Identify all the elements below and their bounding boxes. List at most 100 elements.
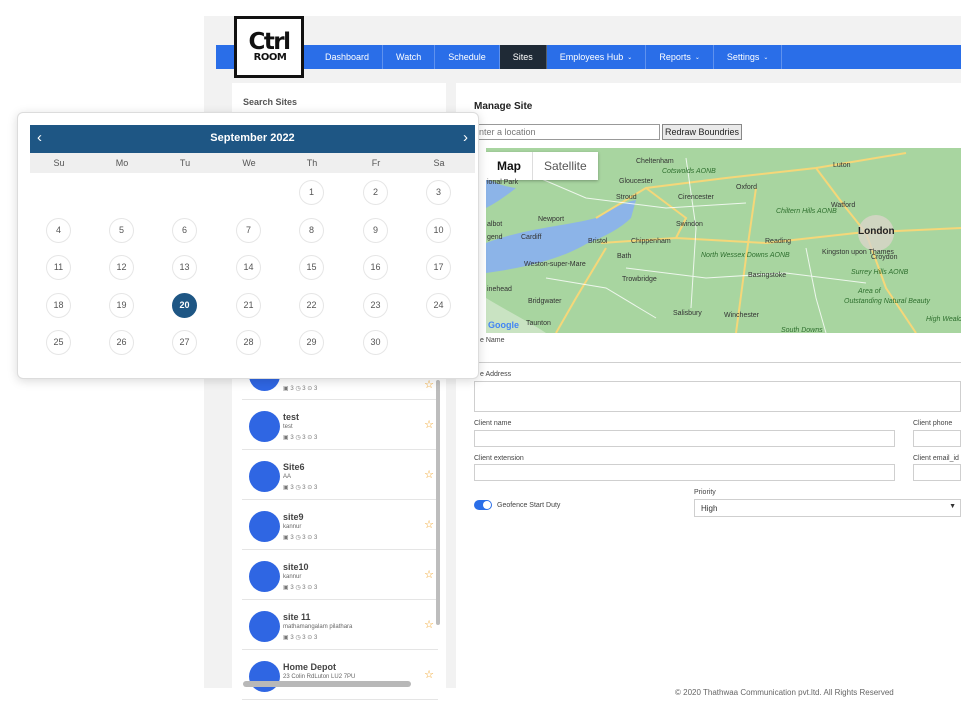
calendar-day[interactable]: 11 xyxy=(46,255,71,280)
redraw-boundries-button[interactable]: Redraw Boundries xyxy=(662,124,742,140)
site-row[interactable]: site9 kannur ▣ 3 ◷ 3 ⊙ 3 ☆ xyxy=(242,500,438,550)
nav-item-schedule[interactable]: Schedule xyxy=(435,45,500,69)
site-address: AA xyxy=(283,474,292,480)
calendar-day[interactable]: 9 xyxy=(363,217,388,243)
priority-label: Priority xyxy=(694,489,716,496)
nav-item-employees-hub[interactable]: Employees Hub ⌄ xyxy=(547,45,647,69)
calendar-day[interactable]: 25 xyxy=(46,330,71,355)
map-place-label: Cheltenham xyxy=(636,158,674,165)
nav-item-watch[interactable]: Watch xyxy=(383,45,436,69)
calendar-day[interactable]: 28 xyxy=(236,330,261,355)
site-meta: ▣ 3 ◷ 3 ⊙ 3 xyxy=(283,535,318,541)
site-name-field[interactable] xyxy=(474,347,961,363)
map-place-label: Stroud xyxy=(616,194,637,201)
client-phone-label: Client phone xyxy=(913,420,953,427)
site-name-label: e Name xyxy=(480,337,505,344)
client-name-field[interactable] xyxy=(474,430,895,447)
calendar-day[interactable]: 19 xyxy=(109,292,134,318)
map-place-label: Gloucester xyxy=(619,178,653,185)
nav-item-label: Reports xyxy=(659,52,691,62)
calendar-day[interactable]: 14 xyxy=(236,255,261,280)
sites-vertical-scrollbar[interactable] xyxy=(436,380,440,625)
map-place-label: Weston-super-Mare xyxy=(524,261,586,268)
nav-item-reports[interactable]: Reports ⌄ xyxy=(646,45,714,69)
calendar-day[interactable]: 7 xyxy=(236,217,261,243)
calendar-day[interactable]: 8 xyxy=(299,217,324,243)
nav-item-settings[interactable]: Settings ⌄ xyxy=(714,45,783,69)
map-place-label: Salisbury xyxy=(673,310,702,317)
site-address-label: e Address xyxy=(480,371,512,378)
site-list: ▣ 3 ◷ 3 ⊙ 3 ☆ test test ▣ 3 ◷ 3 ⊙ 3 ☆ Site6 A… xyxy=(242,360,438,700)
calendar-day[interactable]: 13 xyxy=(172,255,197,280)
calendar-day[interactable]: 29 xyxy=(299,330,324,355)
sites-horizontal-scrollbar[interactable] xyxy=(243,681,411,687)
site-meta: ▣ 3 ◷ 3 ⊙ 3 xyxy=(283,386,318,392)
map-place-label: North Wessex Downs AONB xyxy=(701,252,790,259)
nav-item-label: Schedule xyxy=(448,52,486,62)
nav-item-label: Employees Hub xyxy=(559,52,624,62)
map-place-label: Swindon xyxy=(676,221,703,228)
calendar-day[interactable]: 1 xyxy=(299,180,324,205)
calendar-day[interactable]: 2 xyxy=(363,180,388,205)
map-view[interactable]: Map Satellite Cheltenham Luton Gloucester C… xyxy=(486,148,961,333)
calendar-day[interactable]: 21 xyxy=(236,292,261,318)
site-meta: ▣ 3 ◷ 3 ⊙ 3 xyxy=(283,585,318,591)
map-place-label: Cotswolds AONB xyxy=(662,168,716,175)
star-icon[interactable]: ☆ xyxy=(424,518,434,531)
calendar-day[interactable]: 17 xyxy=(426,255,451,280)
calendar-day[interactable]: 6 xyxy=(172,217,197,243)
map-place-label: Bristol xyxy=(588,238,608,245)
calendar-day[interactable]: 23 xyxy=(363,292,388,318)
map-place-label: Watford xyxy=(831,202,856,209)
weekday-label: Fr xyxy=(371,158,381,168)
ctrlroom-logo[interactable]: Ctrl ROOM xyxy=(234,16,304,78)
site-row[interactable]: test test ▣ 3 ◷ 3 ⊙ 3 ☆ xyxy=(242,400,438,450)
site-meta: ▣ 3 ◷ 3 ⊙ 3 xyxy=(283,435,318,441)
site-row[interactable]: site 11 mathamangalam pilathara ▣ 3 ◷ 3 ⊙ … xyxy=(242,600,438,650)
map-place-label: Outstanding Natural Beauty xyxy=(844,298,930,305)
location-search-input[interactable]: nter a location xyxy=(474,124,660,140)
site-name: site 11 xyxy=(283,612,311,622)
calendar-day[interactable]: 15 xyxy=(299,255,324,280)
map-place-label: London xyxy=(858,226,895,237)
geofence-toggle[interactable] xyxy=(474,500,492,510)
client-phone-field[interactable] xyxy=(913,430,961,447)
site-address: 23 Colin RdLuton LU2 7PU xyxy=(283,674,356,680)
site-row[interactable]: Site6 AA ▣ 3 ◷ 3 ⊙ 3 ☆ xyxy=(242,450,438,500)
calendar-day[interactable]: 18 xyxy=(46,292,71,318)
calendar-day[interactable]: 10 xyxy=(426,217,451,243)
calendar-day[interactable]: 3 xyxy=(426,180,451,205)
site-address: mathamangalam pilathara xyxy=(283,624,353,630)
star-icon[interactable]: ☆ xyxy=(424,668,434,681)
tab-satellite[interactable]: Satellite xyxy=(533,152,598,180)
calendar-day[interactable]: 16 xyxy=(363,255,388,280)
calendar-day[interactable]: 24 xyxy=(426,292,451,318)
star-icon[interactable]: ☆ xyxy=(424,568,434,581)
calendar-day[interactable]: 5 xyxy=(109,217,134,243)
calendar-day[interactable]: 4 xyxy=(46,217,71,243)
client-email-field[interactable] xyxy=(913,464,961,481)
star-icon[interactable]: ☆ xyxy=(424,378,434,391)
client-extension-field[interactable] xyxy=(474,464,895,481)
calendar-day[interactable]: 12 xyxy=(109,255,134,280)
calendar-day[interactable]: 27 xyxy=(172,330,197,355)
site-address-field[interactable] xyxy=(474,381,961,412)
nav-item-dashboard[interactable]: Dashboard xyxy=(312,45,384,69)
calendar-day[interactable]: 22 xyxy=(299,292,324,318)
site-row[interactable]: site10 kannur ▣ 3 ◷ 3 ⊙ 3 ☆ xyxy=(242,550,438,600)
calendar-day[interactable]: 30 xyxy=(363,330,388,355)
map-place-label: South Downs xyxy=(781,327,823,333)
star-icon[interactable]: ☆ xyxy=(424,468,434,481)
client-email-label: Client email_id xyxy=(913,455,959,462)
tab-map[interactable]: Map xyxy=(486,152,533,180)
star-icon[interactable]: ☆ xyxy=(424,618,434,631)
calendar-day[interactable]: 26 xyxy=(109,330,134,355)
chevron-right-icon[interactable]: › xyxy=(463,129,468,146)
nav-item-sites[interactable]: Sites xyxy=(499,45,547,69)
priority-select[interactable]: High ▼ xyxy=(694,499,961,517)
search-sites-label: Search Sites xyxy=(243,97,298,107)
site-row[interactable]: Home Depot 23 Colin RdLuton LU2 7PU ☆ xyxy=(242,650,438,700)
star-icon[interactable]: ☆ xyxy=(424,418,434,431)
calendar-day-selected[interactable]: 20 xyxy=(172,292,197,318)
map-place-label: Winchester xyxy=(724,312,760,319)
